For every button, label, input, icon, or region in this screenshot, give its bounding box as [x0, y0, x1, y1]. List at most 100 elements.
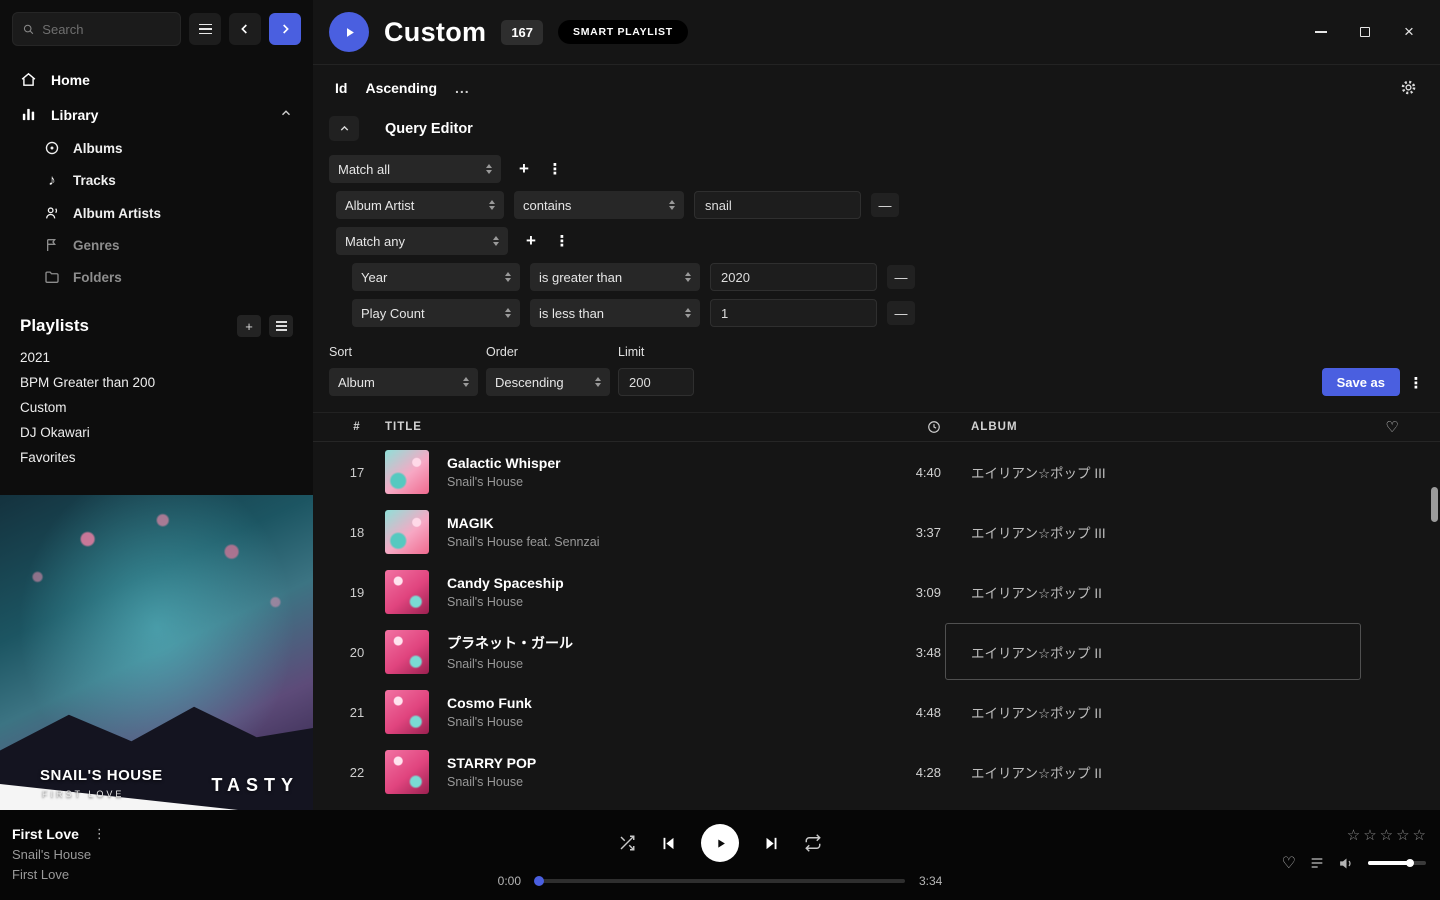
search-input[interactable]: [42, 22, 170, 37]
group-menu-button[interactable]: ⋮: [554, 228, 570, 254]
sort-select[interactable]: Album: [329, 368, 478, 396]
menu-button[interactable]: [189, 13, 221, 45]
sidebar-item-tracks[interactable]: ♪ Tracks: [0, 164, 313, 197]
shuffle-button[interactable]: [618, 834, 636, 852]
sidebar-item-genres[interactable]: Genres: [0, 229, 313, 261]
playlist-item[interactable]: BPM Greater than 200: [0, 370, 313, 395]
sidebar-item-album-artists[interactable]: Album Artists: [0, 197, 313, 229]
column-number[interactable]: #: [329, 421, 385, 433]
chevron-up-icon[interactable]: [279, 106, 293, 123]
sort-direction-label[interactable]: Ascending: [365, 80, 437, 96]
now-playing-artwork[interactable]: SNAIL'S HOUSE FIRST LOVE TASTY: [0, 495, 313, 810]
nav-label: Genres: [73, 238, 120, 253]
playlist-item[interactable]: 2021: [0, 345, 313, 370]
library-icon: [20, 106, 37, 123]
track-row[interactable]: 22 STARRY POP Snail's House 4:28 エイリアン☆ポ…: [313, 742, 1440, 802]
search-box[interactable]: [12, 12, 181, 46]
minimize-button[interactable]: [1306, 17, 1336, 47]
column-album[interactable]: ALBUM: [943, 421, 1361, 433]
remove-rule-button[interactable]: —: [887, 301, 915, 325]
rule-value-input[interactable]: [710, 299, 877, 327]
repeat-button[interactable]: [804, 834, 822, 852]
rule-field-select[interactable]: Year: [352, 263, 520, 291]
star-icon[interactable]: ☆: [1396, 826, 1409, 844]
order-select[interactable]: Descending: [486, 368, 610, 396]
list-icon: [276, 321, 287, 331]
remove-rule-button[interactable]: —: [871, 193, 899, 217]
sidebar: Home Library Albums ♪ Tracks: [0, 0, 313, 810]
rule-value-input[interactable]: [694, 191, 861, 219]
rule-operator-select[interactable]: is greater than: [530, 263, 700, 291]
column-favorite[interactable]: ♡: [1361, 418, 1424, 436]
rule-field-select[interactable]: Play Count: [352, 299, 520, 327]
forward-button[interactable]: [269, 13, 301, 45]
album-art-thumbnail: [385, 750, 429, 794]
heart-icon: ♡: [1282, 855, 1296, 872]
star-icon[interactable]: ☆: [1363, 826, 1376, 844]
select-value: Album: [338, 375, 375, 390]
gear-icon: [1399, 78, 1418, 97]
settings-button[interactable]: [1399, 78, 1418, 97]
volume-handle[interactable]: [1406, 859, 1414, 867]
rule-field-select[interactable]: Album Artist: [336, 191, 504, 219]
save-menu-button[interactable]: ⋮: [1408, 370, 1424, 396]
track-row[interactable]: 21 Cosmo Funk Snail's House 4:48 エイリアン☆ポ…: [313, 682, 1440, 742]
close-button[interactable]: ×: [1394, 17, 1424, 47]
match-mode-select[interactable]: Match any: [336, 227, 508, 255]
rule-operator-select[interactable]: is less than: [530, 299, 700, 327]
remove-rule-button[interactable]: —: [887, 265, 915, 289]
sidebar-item-home[interactable]: Home: [0, 62, 313, 97]
next-icon: [763, 835, 780, 852]
sidebar-item-folders[interactable]: Folders: [0, 261, 313, 293]
limit-input[interactable]: [618, 368, 694, 396]
updown-caret-icon: [595, 377, 601, 388]
add-playlist-button[interactable]: +: [237, 315, 261, 337]
updown-caret-icon: [669, 200, 675, 211]
save-as-button[interactable]: Save as: [1322, 368, 1400, 396]
previous-button[interactable]: [660, 835, 677, 852]
add-rule-button[interactable]: +: [511, 156, 537, 182]
play-playlist-button[interactable]: [329, 12, 369, 52]
playlist-list-button[interactable]: [269, 315, 293, 337]
seek-handle[interactable]: [534, 876, 544, 886]
sort-field-label[interactable]: Id: [335, 80, 347, 96]
maximize-button[interactable]: [1350, 17, 1380, 47]
chevron-up-icon: [338, 122, 351, 135]
playlist-item[interactable]: Custom: [0, 395, 313, 420]
queue-button[interactable]: [1309, 855, 1325, 871]
play-pause-button[interactable]: [701, 824, 739, 862]
column-title[interactable]: TITLE: [385, 421, 883, 433]
now-playing-artist: Snail's House: [12, 847, 106, 862]
add-rule-button[interactable]: +: [518, 228, 544, 254]
player-controls: 0:00 3:34: [410, 824, 1030, 888]
track-artist: Snail's House: [447, 595, 883, 609]
scrollbar-thumb[interactable]: [1431, 487, 1438, 522]
match-mode-select[interactable]: Match all: [329, 155, 501, 183]
track-row[interactable]: 20 プラネット・ガール Snail's House 3:48 エイリアン☆ポッ…: [313, 622, 1440, 682]
favorite-button[interactable]: ♡: [1282, 853, 1296, 873]
group-menu-button[interactable]: ⋮: [547, 156, 563, 182]
rule-operator-select[interactable]: contains: [514, 191, 684, 219]
star-icon[interactable]: ☆: [1413, 826, 1426, 844]
star-icon[interactable]: ☆: [1380, 826, 1393, 844]
volume-button[interactable]: [1338, 855, 1355, 872]
now-playing-menu-button[interactable]: ⋮: [93, 826, 106, 842]
collapse-button[interactable]: [329, 116, 359, 141]
track-row[interactable]: 19 Candy Spaceship Snail's House 3:09 エイ…: [313, 562, 1440, 622]
seek-bar[interactable]: [535, 879, 905, 883]
sidebar-item-albums[interactable]: Albums: [0, 132, 313, 164]
playlist-item[interactable]: DJ Okawari: [0, 420, 313, 445]
column-duration[interactable]: [883, 420, 943, 434]
sidebar-item-library[interactable]: Library: [0, 97, 313, 132]
more-options-button[interactable]: ...: [455, 80, 470, 96]
back-button[interactable]: [229, 13, 261, 45]
track-row[interactable]: 17 Galactic Whisper Snail's House 4:40 エ…: [313, 442, 1440, 502]
playlist-item[interactable]: Favorites: [0, 445, 313, 470]
next-button[interactable]: [763, 835, 780, 852]
sort-label: Sort: [329, 345, 478, 359]
nav-label: Library: [51, 107, 98, 123]
volume-slider[interactable]: [1368, 861, 1426, 865]
track-row[interactable]: 18 MAGIK Snail's House feat. Sennzai 3:3…: [313, 502, 1440, 562]
star-icon[interactable]: ☆: [1347, 826, 1360, 844]
rule-value-input[interactable]: [710, 263, 877, 291]
